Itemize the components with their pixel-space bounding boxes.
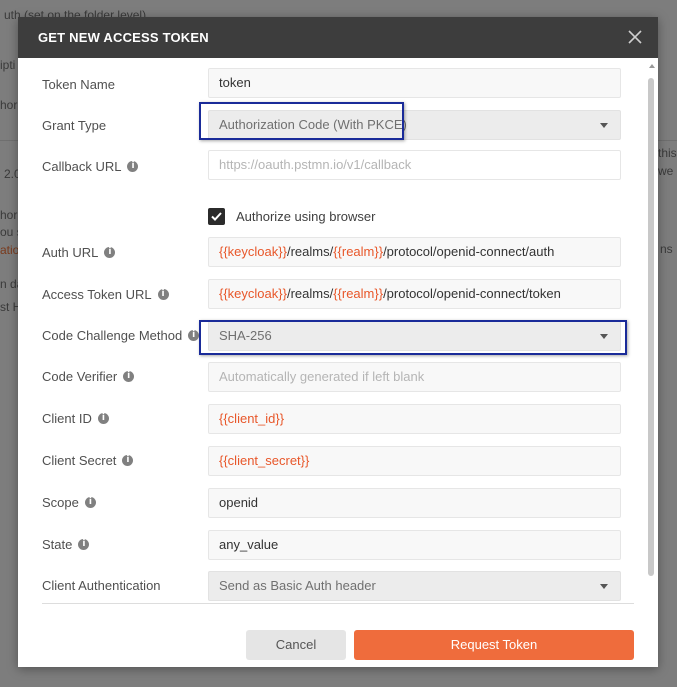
token-name-label-text: Token Name [42,77,115,92]
variable-token: {{client_id}} [219,411,285,426]
client-id-input[interactable]: {{client_id}} [208,404,621,434]
token-name-label: Token Name [42,77,115,92]
state-label: State i [42,537,90,552]
access-token-url-input[interactable]: {{keycloak}}/realms/{{realm}}/protocol/o… [208,279,621,309]
bg-text: ns [660,242,673,256]
client-authentication-value: Send as Basic Auth header [219,578,376,593]
bg-text: atio [0,243,20,257]
scope-label: Scope i [42,495,96,510]
get-access-token-dialog: GET NEW ACCESS TOKEN Token Name token Gr… [18,17,658,667]
scope-input[interactable]: openid [208,488,621,518]
url-text: /protocol/openid-connect/auth [383,244,555,259]
info-icon: i [97,413,109,424]
info-icon: i [127,161,139,172]
chevron-down-icon [600,584,608,589]
variable-token: {{realm}} [333,244,384,259]
client-id-label-text: Client ID [42,411,92,426]
code-challenge-method-label: Code Challenge Method i [42,328,200,343]
variable-token: {{realm}} [333,286,384,301]
bg-text: hor [0,98,18,112]
code-challenge-highlight [199,320,627,355]
callback-url-input[interactable]: https://oauth.pstmn.io/v1/callback [208,150,621,180]
variable-token: {{keycloak}} [219,286,287,301]
scope-label-text: Scope [42,495,79,510]
access-token-url-label-text: Access Token URL [42,287,152,302]
grant-type-label: Grant Type [42,118,106,133]
auth-url-label: Auth URL i [42,245,116,260]
client-id-label: Client ID i [42,411,109,426]
grant-type-highlight [199,102,404,140]
url-text: /realms/ [286,286,334,301]
info-icon: i [104,247,116,258]
request-token-button[interactable]: Request Token [354,630,634,660]
code-verifier-label: Code Verifier i [42,369,135,384]
dialog-body: Token Name token Grant Type Authorizatio… [18,58,658,667]
bg-text: this [658,146,677,160]
bg-text: ipti [0,58,16,72]
authorize-browser-label: Authorize using browser [236,209,376,224]
client-secret-label: Client Secret i [42,453,134,468]
info-icon: i [84,497,96,508]
close-icon[interactable] [624,26,646,48]
info-icon: i [78,539,90,550]
auth-url-label-text: Auth URL [42,245,99,260]
scrollbar-thumb[interactable] [648,78,654,576]
info-icon: i [188,330,200,341]
chevron-down-icon [600,123,608,128]
authorize-browser-checkbox[interactable] [208,208,225,225]
scroll-up-arrow-icon[interactable] [649,64,655,68]
client-authentication-label: Client Authentication [42,578,161,593]
url-text: /realms/ [286,244,334,259]
callback-url-label: Callback URL i [42,159,139,174]
info-icon: i [123,371,135,382]
grant-type-label-text: Grant Type [42,118,107,133]
bg-text: we [658,164,674,178]
client-secret-label-text: Client Secret [42,453,117,468]
info-icon: i [157,289,169,300]
state-input[interactable]: any_value [208,530,621,560]
access-token-url-label: Access Token URL i [42,287,169,302]
variable-token: {{keycloak}} [219,244,287,259]
url-text: /protocol/openid-connect/token [383,286,561,301]
code-verifier-label-text: Code Verifier [42,369,118,384]
footer-divider [42,603,634,604]
code-verifier-input[interactable]: Automatically generated if left blank [208,362,621,392]
dialog-header: GET NEW ACCESS TOKEN [18,17,658,58]
client-authentication-label-text: Client Authentication [42,578,161,593]
callback-url-label-text: Callback URL [42,159,122,174]
info-icon: i [122,455,134,466]
code-challenge-method-label-text: Code Challenge Method [42,328,183,343]
dialog-title: GET NEW ACCESS TOKEN [38,30,209,45]
cancel-button[interactable]: Cancel [246,630,346,660]
auth-url-input[interactable]: {{keycloak}}/realms/{{realm}}/protocol/o… [208,237,621,267]
client-secret-input[interactable]: {{client_secret}} [208,446,621,476]
checkmark-icon [211,212,222,221]
token-name-input[interactable]: token [208,68,621,98]
client-authentication-select[interactable]: Send as Basic Auth header [208,571,621,601]
variable-token: {{client_secret}} [219,453,310,468]
state-label-text: State [42,537,73,552]
